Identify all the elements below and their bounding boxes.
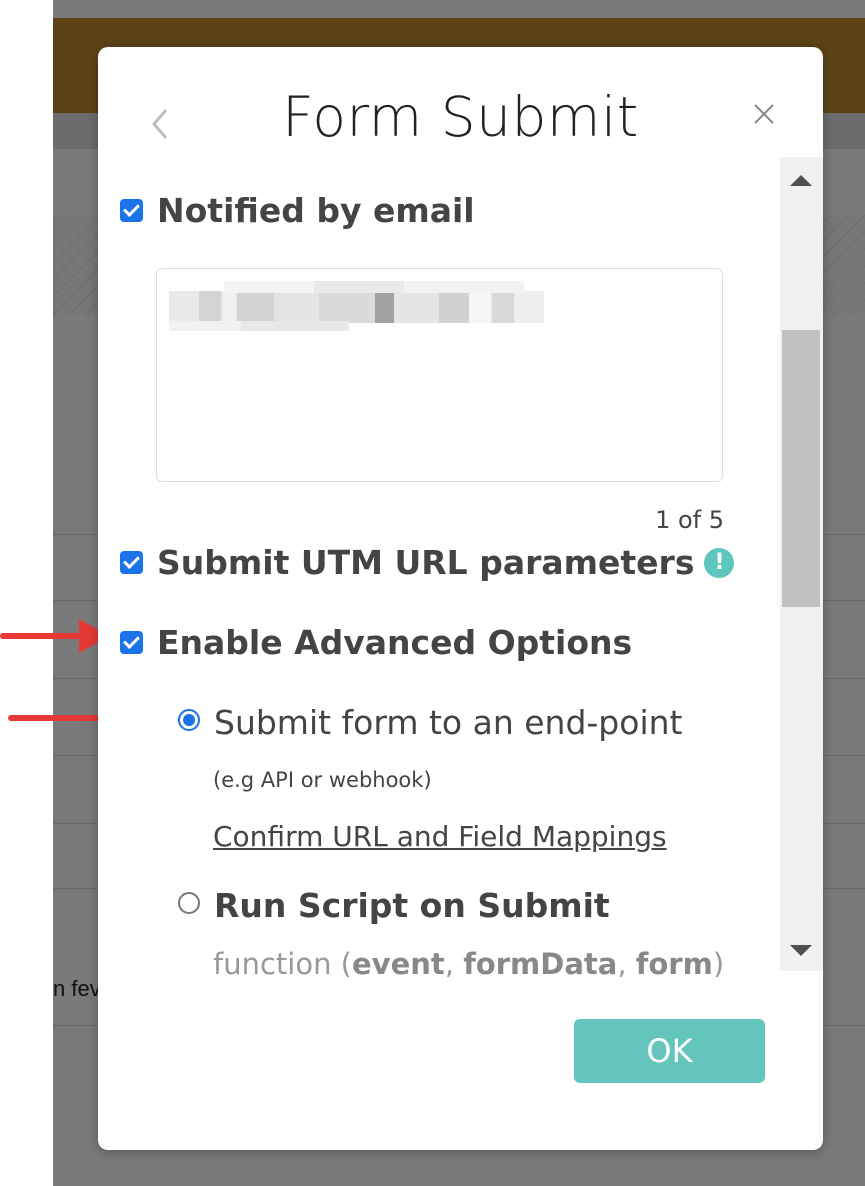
endpoint-subtitle: (e.g API or webhook) [213, 768, 432, 792]
utm-label: Submit UTM URL parameters [157, 543, 695, 582]
signature-arg-form: form [635, 947, 713, 977]
script-signature: function (event, formData, form) [213, 947, 724, 977]
email-counter: 1 of 5 [655, 506, 724, 534]
notify-checkbox[interactable] [120, 199, 143, 222]
advanced-label: Enable Advanced Options [157, 623, 633, 662]
dialog-scrollbar[interactable] [780, 157, 823, 971]
email-recipients-field[interactable] [156, 268, 723, 482]
notify-option[interactable]: Notified by email [120, 191, 475, 230]
script-title: Run Script on Submit [214, 886, 610, 925]
signature-separator: , [444, 947, 464, 977]
utm-checkbox[interactable] [120, 551, 143, 574]
script-radio-option[interactable]: Run Script on Submit [178, 886, 610, 925]
notify-label: Notified by email [157, 191, 475, 230]
endpoint-radio[interactable] [178, 709, 200, 731]
info-icon[interactable]: ! [704, 547, 735, 578]
form-submit-dialog: Form Submit Notified by email 1 of 5 Sub… [98, 47, 823, 1150]
advanced-option[interactable]: Enable Advanced Options [120, 623, 632, 662]
close-icon [754, 104, 774, 124]
scroll-up-arrow-icon[interactable] [790, 175, 812, 186]
redacted-email [169, 281, 544, 331]
signature-suffix: ) [712, 947, 725, 977]
advanced-checkbox[interactable] [120, 631, 143, 654]
scroll-down-arrow-icon[interactable] [790, 945, 812, 956]
signature-prefix: function ( [213, 947, 352, 977]
dialog-content: Notified by email 1 of 5 Submit UTM URL … [98, 157, 778, 977]
dialog-title: Form Submit [282, 85, 639, 149]
ok-button[interactable]: OK [574, 1019, 765, 1083]
scrollbar-thumb[interactable] [782, 330, 820, 607]
signature-separator: , [617, 947, 636, 977]
utm-option[interactable]: Submit UTM URL parameters ! [120, 543, 735, 582]
annotation-arrow [0, 619, 109, 653]
script-radio[interactable] [178, 892, 200, 914]
confirm-mappings-link[interactable]: Confirm URL and Field Mappings [213, 820, 667, 853]
signature-arg-formdata: formData [463, 947, 618, 977]
close-button[interactable] [753, 103, 777, 127]
endpoint-radio-option[interactable]: Submit form to an end-point [178, 703, 682, 742]
endpoint-title: Submit form to an end-point [214, 703, 683, 742]
signature-arg-event: event [352, 947, 445, 977]
